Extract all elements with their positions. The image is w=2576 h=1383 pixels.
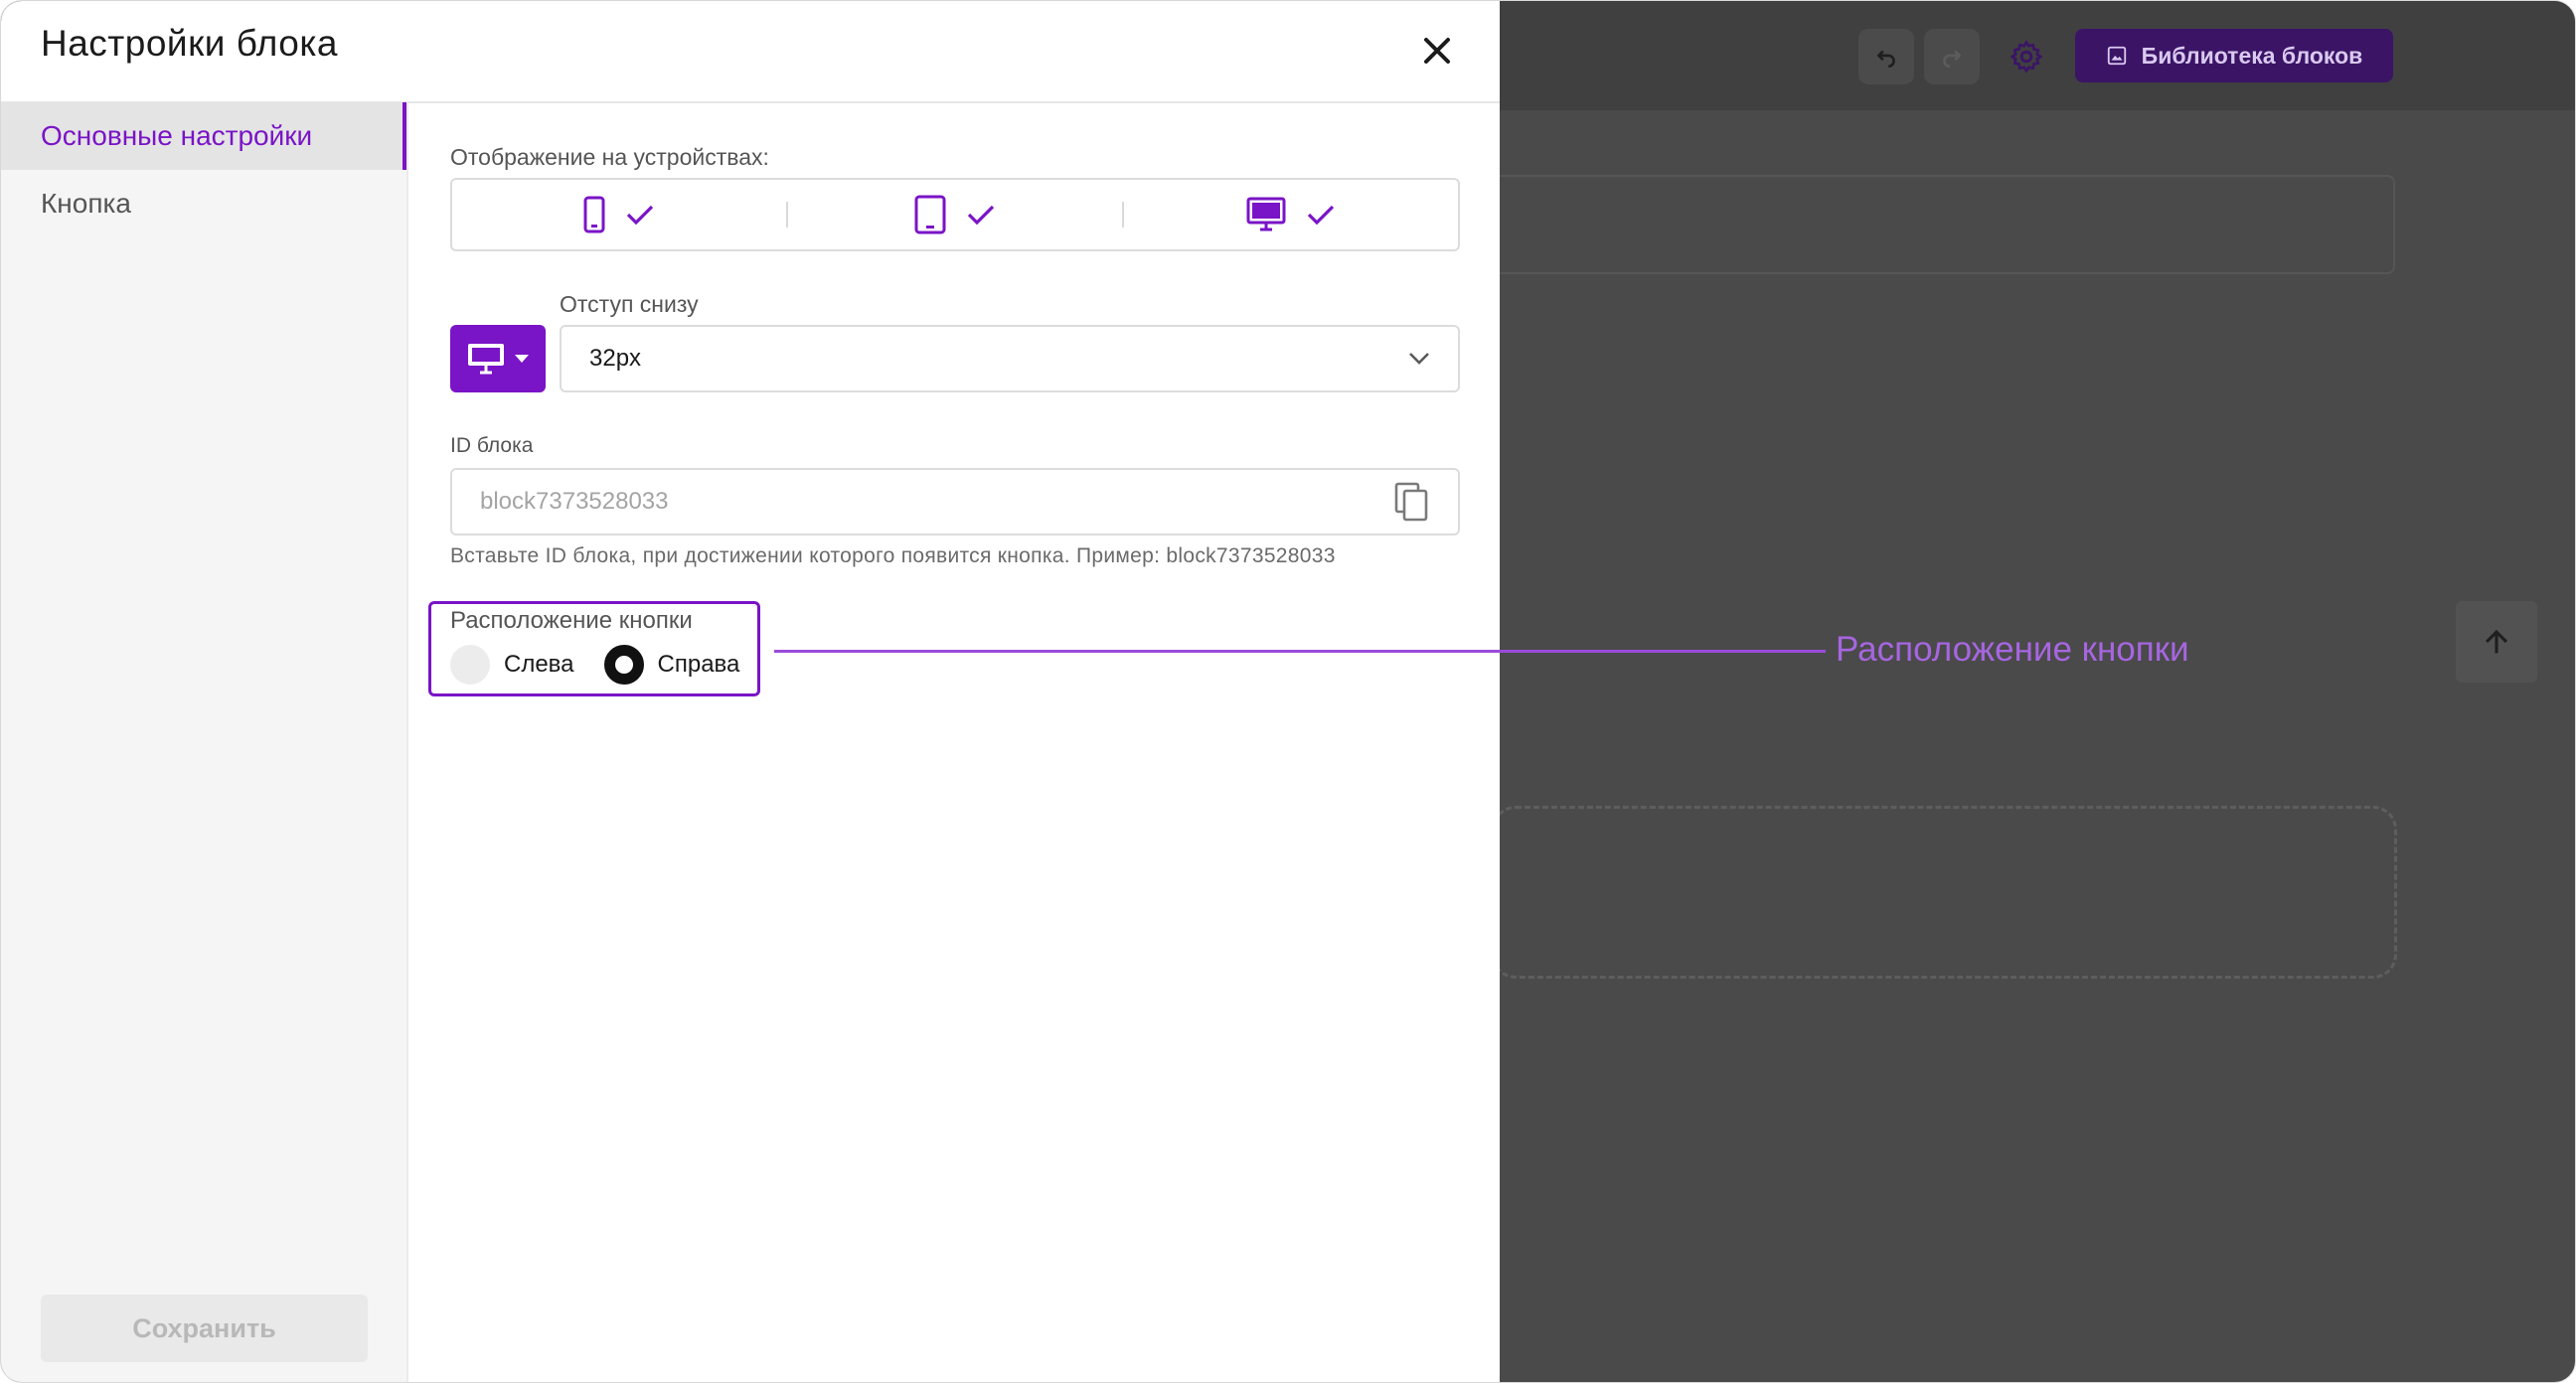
radio-left[interactable]: Слева [450, 645, 574, 685]
arrow-up-icon [2485, 629, 2508, 654]
device-toggle-mobile[interactable] [452, 196, 786, 233]
editor-drop-zone[interactable] [1492, 806, 2397, 979]
scroll-up-button[interactable] [2456, 601, 2537, 683]
modal-header: Настройки блока [1, 1, 1500, 103]
block-id-hint: Вставьте ID блока, при достижении которо… [450, 544, 1336, 567]
radio-circle[interactable] [603, 645, 644, 685]
block-id-label: ID блока [450, 434, 534, 457]
sidebar-item-button[interactable]: Кнопка [1, 170, 406, 237]
sidebar-item-basic-settings[interactable]: Основные настройки [1, 102, 406, 170]
radio-circle[interactable] [450, 645, 490, 685]
check-icon [626, 205, 654, 226]
mobile-icon [583, 196, 605, 233]
chevron-down-icon [1409, 353, 1429, 365]
caret-down-icon [515, 355, 529, 363]
button-position-radio-group: Слева Справа [450, 645, 769, 685]
check-icon [967, 205, 995, 226]
device-toggle-desktop[interactable] [1124, 197, 1458, 232]
sidebar-item-label: Кнопка [41, 188, 131, 219]
settings-sidebar: Основные настройки Кнопка Сохранить [1, 102, 408, 1382]
radio-right[interactable]: Справа [603, 645, 740, 685]
undo-button[interactable] [1858, 29, 1914, 84]
callout-line [774, 650, 1826, 653]
redo-icon [1943, 50, 1962, 69]
device-selector-button[interactable] [450, 325, 546, 392]
callout-label: Расположение кнопки [1836, 630, 2189, 669]
image-icon [2107, 46, 2126, 66]
block-library-label: Библиотека блоков [2141, 42, 2363, 69]
copy-icon [1394, 482, 1428, 522]
sidebar-item-label: Основные настройки [41, 120, 313, 151]
device-visibility-toggle [450, 178, 1460, 251]
copy-button[interactable] [1394, 482, 1430, 527]
desktop-icon [1246, 197, 1286, 231]
block-settings-modal: Настройки блока Основные настройки Кнопк… [1, 1, 1500, 1382]
redo-button[interactable] [1924, 29, 1980, 84]
gear-icon [2010, 40, 2043, 74]
tablet-icon [914, 195, 946, 234]
block-id-input[interactable] [480, 484, 1355, 520]
undo-icon [1876, 50, 1895, 69]
modal-title: Настройки блока [41, 23, 338, 64]
radio-label: Слева [504, 651, 574, 678]
bottom-padding-select[interactable]: 32px [560, 325, 1460, 392]
close-button[interactable] [1417, 31, 1457, 71]
desktop-icon [468, 344, 504, 375]
bottom-padding-value: 32px [589, 345, 642, 372]
bottom-padding-label: Отступ снизу [560, 291, 699, 317]
window: Библиотека блоков Настройки блока Основн… [0, 0, 2576, 1383]
settings-button[interactable] [1999, 29, 2054, 84]
check-icon [1307, 205, 1335, 226]
editor-block-placeholder [1492, 175, 2395, 274]
button-position-label: Расположение кнопки [450, 607, 693, 634]
device-toggle-tablet[interactable] [788, 195, 1122, 234]
radio-label: Справа [657, 651, 740, 678]
block-id-field [450, 468, 1460, 536]
save-button[interactable]: Сохранить [41, 1295, 368, 1362]
devices-label: Отображение на устройствах: [450, 144, 769, 170]
block-library-button[interactable]: Библиотека блоков [2075, 29, 2393, 82]
close-icon [1424, 38, 1450, 64]
